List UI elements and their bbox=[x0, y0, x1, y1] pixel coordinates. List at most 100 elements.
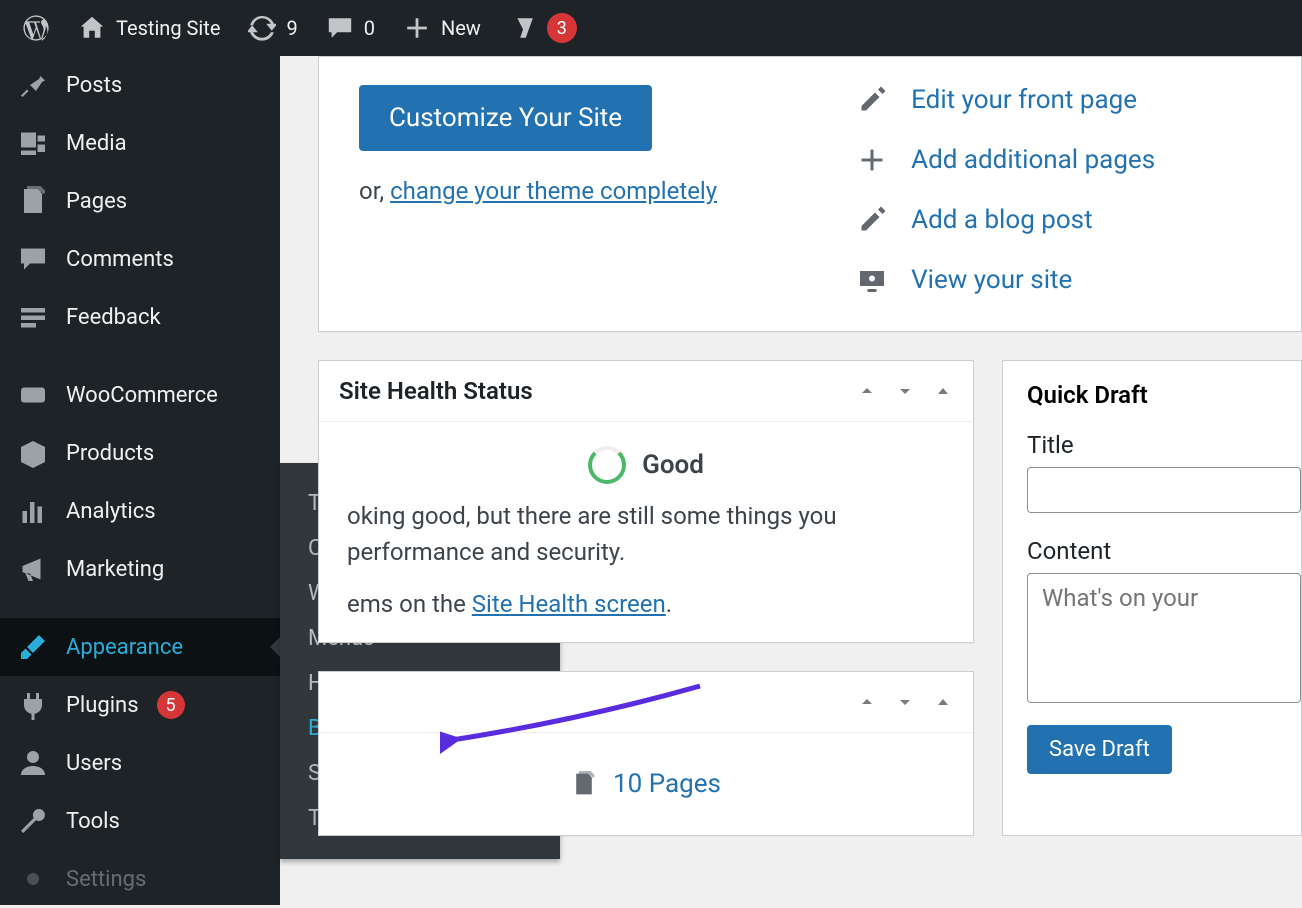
sidebar-label: Tools bbox=[66, 809, 120, 834]
new-label: New bbox=[441, 16, 481, 40]
site-health-screen-link[interactable]: Site Health screen bbox=[472, 590, 666, 618]
yoast-icon bbox=[509, 14, 537, 42]
link-label: Add additional pages bbox=[911, 145, 1155, 175]
sidebar-label: Appearance bbox=[66, 635, 183, 660]
sidebar-label: WooCommerce bbox=[66, 383, 218, 408]
move-down-icon[interactable] bbox=[895, 692, 915, 712]
comments-icon bbox=[18, 244, 48, 274]
sidebar-item-plugins[interactable]: Plugins 5 bbox=[0, 676, 280, 734]
panel-controls bbox=[857, 692, 953, 712]
comment-icon bbox=[326, 14, 354, 42]
settings-icon bbox=[18, 864, 48, 894]
sidebar-label: Analytics bbox=[66, 499, 156, 524]
wordpress-icon bbox=[22, 14, 50, 42]
tools-icon bbox=[18, 806, 48, 836]
draft-content-textarea[interactable] bbox=[1027, 573, 1301, 703]
view-site-link[interactable]: View your site bbox=[857, 265, 1155, 295]
add-pages-link[interactable]: Add additional pages bbox=[857, 145, 1155, 175]
toggle-icon[interactable] bbox=[933, 692, 953, 712]
sidebar-item-posts[interactable]: Posts bbox=[0, 56, 280, 114]
sidebar-item-tools[interactable]: Tools bbox=[0, 792, 280, 850]
move-up-icon[interactable] bbox=[857, 381, 877, 401]
media-icon bbox=[18, 128, 48, 158]
sidebar-item-users[interactable]: Users bbox=[0, 734, 280, 792]
toggle-icon[interactable] bbox=[933, 381, 953, 401]
sidebar-label: Posts bbox=[66, 73, 122, 98]
health-circle-icon bbox=[588, 446, 626, 484]
brush-icon bbox=[18, 632, 48, 662]
panel-title bbox=[339, 688, 345, 716]
admin-sidebar: Posts Media Pages Comments Feedback WooC… bbox=[0, 56, 280, 905]
sidebar-label: Plugins bbox=[66, 693, 139, 718]
link-label: Edit your front page bbox=[911, 85, 1137, 115]
sidebar-label: Settings bbox=[66, 867, 146, 892]
pages-icon bbox=[18, 186, 48, 216]
updates-link[interactable]: 9 bbox=[234, 0, 311, 56]
sidebar-label: Users bbox=[66, 751, 122, 776]
health-text: ems on the Site Health screen. bbox=[347, 590, 945, 618]
yoast-badge: 3 bbox=[547, 13, 577, 43]
quick-draft-panel: Quick Draft Title Content Save Draft bbox=[1002, 360, 1302, 836]
site-name: Testing Site bbox=[116, 16, 220, 40]
sidebar-label: Media bbox=[66, 131, 127, 156]
new-content-link[interactable]: New bbox=[389, 0, 495, 56]
sidebar-item-feedback[interactable]: Feedback bbox=[0, 288, 280, 346]
feedback-icon bbox=[18, 302, 48, 332]
link-label: Add a blog post bbox=[911, 205, 1092, 235]
users-icon bbox=[18, 748, 48, 778]
sidebar-label: Marketing bbox=[66, 557, 164, 582]
main-content: Customize Your Site or, change your them… bbox=[280, 56, 1302, 905]
analytics-icon bbox=[18, 496, 48, 526]
edit-icon bbox=[857, 85, 887, 115]
edit-icon bbox=[857, 205, 887, 235]
sidebar-item-settings[interactable]: Settings bbox=[0, 850, 280, 908]
pin-icon bbox=[18, 70, 48, 100]
customize-site-button[interactable]: Customize Your Site bbox=[359, 85, 652, 151]
panel-controls bbox=[857, 381, 953, 401]
sidebar-label: Pages bbox=[66, 189, 127, 214]
pages-icon bbox=[571, 771, 597, 797]
change-theme-link[interactable]: change your theme completely bbox=[390, 177, 717, 205]
sidebar-item-woocommerce[interactable]: WooCommerce bbox=[0, 366, 280, 424]
sidebar-label: Comments bbox=[66, 247, 174, 272]
sidebar-item-analytics[interactable]: Analytics bbox=[0, 482, 280, 540]
admin-bar: Testing Site 9 0 New 3 bbox=[0, 0, 1302, 56]
comments-count: 0 bbox=[364, 16, 375, 40]
updates-count: 9 bbox=[286, 16, 297, 40]
wp-logo[interactable] bbox=[8, 0, 64, 56]
sidebar-item-pages[interactable]: Pages bbox=[0, 172, 280, 230]
plus-icon bbox=[403, 14, 431, 42]
quick-draft-title: Quick Draft bbox=[1027, 381, 1301, 409]
sidebar-item-media[interactable]: Media bbox=[0, 114, 280, 172]
pages-count-link[interactable]: 10 Pages bbox=[613, 769, 721, 799]
megaphone-icon bbox=[18, 554, 48, 584]
view-icon bbox=[857, 265, 887, 295]
site-health-title: Site Health Status bbox=[339, 377, 533, 405]
site-home-link[interactable]: Testing Site bbox=[64, 0, 234, 56]
save-draft-button[interactable]: Save Draft bbox=[1027, 725, 1172, 774]
edit-front-page-link[interactable]: Edit your front page bbox=[857, 85, 1155, 115]
comments-link[interactable]: 0 bbox=[312, 0, 389, 56]
home-icon bbox=[78, 14, 106, 42]
sidebar-label: Feedback bbox=[66, 305, 161, 330]
site-health-panel: Site Health Status Good oking good, but … bbox=[318, 360, 974, 643]
sidebar-label: Products bbox=[66, 441, 154, 466]
plugin-icon bbox=[18, 690, 48, 720]
sidebar-item-appearance[interactable]: Appearance bbox=[0, 618, 280, 676]
move-down-icon[interactable] bbox=[895, 381, 915, 401]
add-post-link[interactable]: Add a blog post bbox=[857, 205, 1155, 235]
title-label: Title bbox=[1027, 431, 1301, 459]
or-change-theme: or, change your theme completely bbox=[359, 177, 717, 205]
sidebar-item-comments[interactable]: Comments bbox=[0, 230, 280, 288]
content-label: Content bbox=[1027, 537, 1301, 565]
draft-title-input[interactable] bbox=[1027, 467, 1301, 513]
sidebar-item-products[interactable]: Products bbox=[0, 424, 280, 482]
sidebar-item-marketing[interactable]: Marketing bbox=[0, 540, 280, 598]
health-status-text: Good bbox=[642, 450, 704, 480]
health-text: performance and security. bbox=[347, 538, 945, 566]
yoast-link[interactable]: 3 bbox=[495, 0, 591, 56]
plugins-update-badge: 5 bbox=[157, 691, 185, 719]
health-text: oking good, but there are still some thi… bbox=[347, 502, 945, 530]
move-up-icon[interactable] bbox=[857, 692, 877, 712]
welcome-panel: Customize Your Site or, change your them… bbox=[318, 56, 1302, 332]
